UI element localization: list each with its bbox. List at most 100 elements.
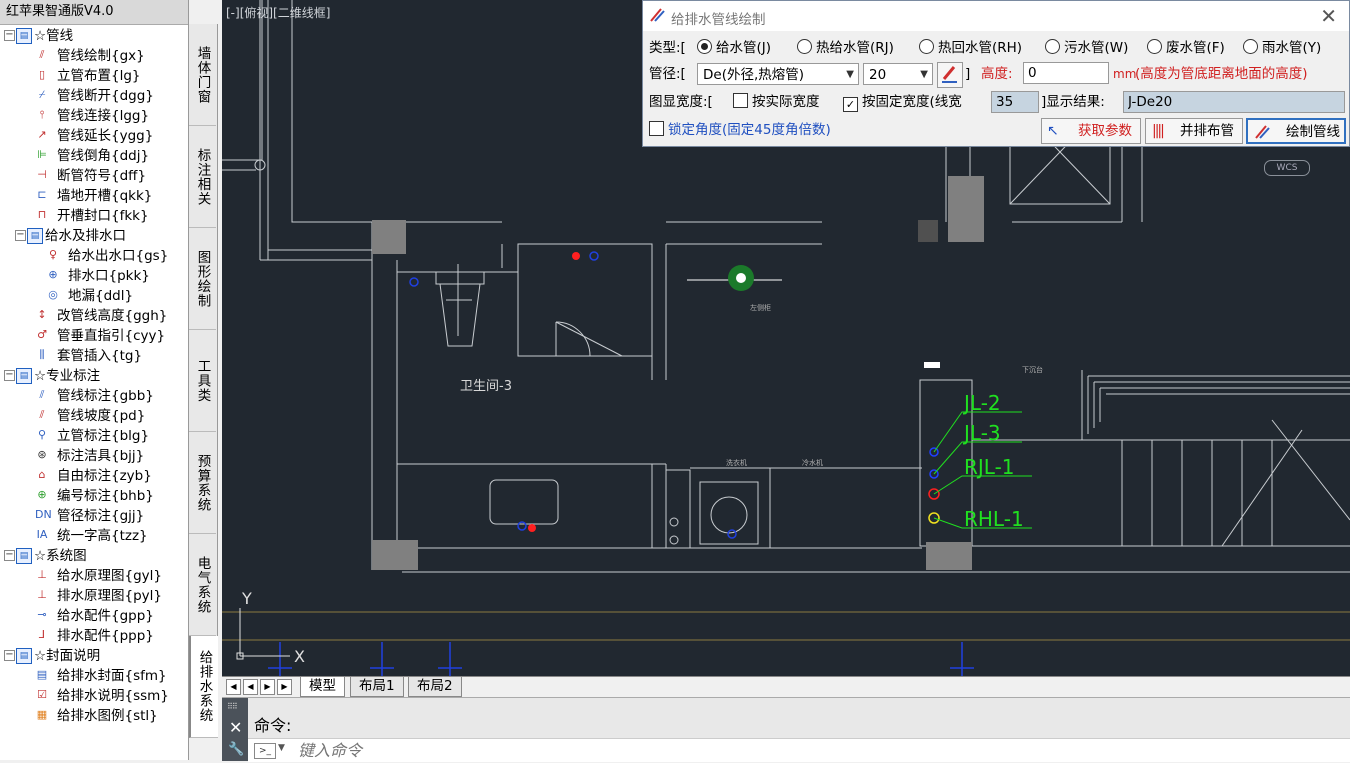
tree-item[interactable]: ⫽ 管线绘制{gx} <box>2 46 188 66</box>
tree-folder[interactable]: − ▤ 给水及排水口 <box>2 226 188 246</box>
tree-item[interactable]: IA 统一字高{tzz} <box>2 526 188 546</box>
close-icon[interactable]: ✕ <box>229 718 242 737</box>
collapse-icon[interactable]: − <box>4 30 15 41</box>
vtab-5[interactable]: 电气系统 <box>189 534 216 636</box>
wrench-icon[interactable]: 🔧 <box>228 742 244 757</box>
parallel-pipes-button[interactable]: |||| 并排布管 <box>1145 118 1243 144</box>
tree-item[interactable]: ▯ 立管布置{lg} <box>2 66 188 86</box>
supply-schematic-icon: ⊥ <box>37 568 47 581</box>
tree-item-label: 排水口{pkk} <box>68 268 150 284</box>
lock-angle-checkbox[interactable]: 锁定角度(固定45度角倍数) <box>649 118 831 142</box>
tree-item[interactable]: ♀ 给水出水口{gs} <box>2 246 188 266</box>
tree-item[interactable]: ⌂ 自由标注{zyb} <box>2 466 188 486</box>
type-radio-0[interactable]: 给水管(J) <box>697 36 771 60</box>
vtab-6[interactable]: 给排水系统 <box>189 636 218 738</box>
type-radio-5[interactable]: 雨水管(Y) <box>1243 36 1321 60</box>
pipe-draw-icon <box>649 7 665 23</box>
tree-item[interactable]: DN 管径标注{gjj} <box>2 506 188 526</box>
pick-pipe-button[interactable] <box>937 62 963 88</box>
display-result-field[interactable] <box>1123 91 1345 113</box>
chevron-down-icon[interactable]: ▼ <box>278 743 285 753</box>
height-input[interactable] <box>1023 62 1109 84</box>
diameter-value-select[interactable]: 20 ▼ <box>863 63 933 85</box>
tree-item[interactable]: ⌿ 管线断开{dgg} <box>2 86 188 106</box>
viewport-label[interactable]: [-][俯视][二维线框] <box>226 4 330 21</box>
parallel-pipes-icon: |||| <box>1152 123 1165 139</box>
draw-pipe-button[interactable]: 绘制管线 <box>1246 118 1346 144</box>
tree-item[interactable]: ⫽ 管线标注{gbb} <box>2 386 188 406</box>
tree-item[interactable]: ⫼ 套管插入{tg} <box>2 346 188 366</box>
command-input[interactable] <box>296 739 800 763</box>
tree-folder[interactable]: − ▤ ☆系统图 <box>2 546 188 566</box>
tree-item[interactable]: ⊥ 排水原理图{pyl} <box>2 586 188 606</box>
tree-item[interactable]: ⊓ 开槽封口{fkk} <box>2 206 188 226</box>
vtab-2[interactable]: 图形绘制 <box>189 228 216 330</box>
tree-item[interactable]: ⊕ 编号标注{bhb} <box>2 486 188 506</box>
tree-folder[interactable]: − ▤ ☆封面说明 <box>2 646 188 666</box>
fixed-width-label: 按固定宽度(线宽 <box>862 94 962 110</box>
tree-item[interactable]: ⅃ 排水配件{ppp} <box>2 626 188 646</box>
type-radio-3[interactable]: 污水管(W) <box>1045 36 1128 60</box>
tab-layout2[interactable]: 布局2 <box>408 677 462 697</box>
grip-icon[interactable]: ⠿⠿ <box>227 702 238 711</box>
vtab-3[interactable]: 工具类 <box>189 330 216 432</box>
type-radio-4[interactable]: 废水管(F) <box>1147 36 1225 60</box>
tree-item[interactable]: ⫽ 管线坡度{pd} <box>2 406 188 426</box>
folder-icon: ▤ <box>16 368 32 384</box>
prompt-icon[interactable]: >_ <box>254 743 276 759</box>
diameter-value: 20 <box>869 67 887 83</box>
vtab-1[interactable]: 标注相关 <box>189 126 216 228</box>
bracket-close: ] <box>965 66 971 82</box>
tree-item[interactable]: ☑ 给排水说明{ssm} <box>2 686 188 706</box>
tree-item[interactable]: ♂ 管垂直指引{cyy} <box>2 326 188 346</box>
tab-model[interactable]: 模型 <box>300 677 345 697</box>
diameter-type-select[interactable]: De(外径,热熔管) ▼ <box>697 63 859 85</box>
tree-folder[interactable]: − ▤ ☆管线 <box>2 26 188 46</box>
next-tab-icon[interactable]: ▶ <box>260 679 275 695</box>
tree-item[interactable]: ⊫ 管线倒角{ddj} <box>2 146 188 166</box>
collapse-icon[interactable]: − <box>4 550 15 561</box>
pipe-label-icon: ⫽ <box>39 388 45 401</box>
tree-item[interactable]: ⊛ 标注洁具{bjj} <box>2 446 188 466</box>
tree-item[interactable]: ⊣ 断管符号{dff} <box>2 166 188 186</box>
actual-width-checkbox[interactable]: 按实际宽度 <box>733 90 820 114</box>
riser-label: RJL-1 <box>964 455 1015 479</box>
collapse-icon[interactable]: − <box>4 370 15 381</box>
tree-item[interactable]: ▦ 给排水图例{stl} <box>2 706 188 726</box>
cover-icon: ▤ <box>36 668 48 681</box>
tree-item-label: ☆管线 <box>34 28 74 44</box>
wcs-badge[interactable]: WCS <box>1264 160 1310 176</box>
tree-item[interactable]: ↗ 管线延长{ygg} <box>2 126 188 146</box>
last-tab-icon[interactable]: ▶ <box>277 679 292 695</box>
tree-item[interactable]: ▤ 给排水封面{sfm} <box>2 666 188 686</box>
close-icon[interactable]: ✕ <box>1320 4 1337 28</box>
tree-item[interactable]: ◎ 地漏{ddl} <box>2 286 188 306</box>
description-icon: ☑ <box>37 688 47 701</box>
type-radio-2[interactable]: 热回水管(RH) <box>919 36 1022 60</box>
tree-item[interactable]: ⊕ 排水口{pkk} <box>2 266 188 286</box>
tree-item[interactable]: ⫯ 管线连接{lgg} <box>2 106 188 126</box>
fixed-width-input[interactable] <box>991 91 1039 113</box>
type-radio-1[interactable]: 热给水管(RJ) <box>797 36 894 60</box>
prev-tab-icon[interactable]: ◀ <box>243 679 258 695</box>
vtab-label: 给排水系统 <box>196 650 213 723</box>
tree-item[interactable]: ⊥ 给水原理图{gyl} <box>2 566 188 586</box>
vtab-label: 工具类 <box>194 358 211 403</box>
tree-folder[interactable]: − ▤ ☆专业标注 <box>2 366 188 386</box>
vtab-4[interactable]: 预算系统 <box>189 432 216 534</box>
tree-item-label: 开槽封口{fkk} <box>57 208 149 224</box>
tree-item[interactable]: ⊸ 给水配件{gpp} <box>2 606 188 626</box>
tree-item[interactable]: ↕ 改管线高度{ggh} <box>2 306 188 326</box>
tree-item[interactable]: ⚲ 立管标注{blg} <box>2 426 188 446</box>
layout-tab-bar: ◀ ◀ ▶ ▶ 模型 布局1 布局2 <box>222 676 1350 697</box>
collapse-icon[interactable]: − <box>4 650 15 661</box>
riser-icon: ▯ <box>38 68 46 81</box>
free-label-icon: ⌂ <box>38 468 46 481</box>
tree-item[interactable]: ⊏ 墙地开槽{qkk} <box>2 186 188 206</box>
collapse-icon[interactable]: − <box>15 230 26 241</box>
fixed-width-checkbox[interactable]: ✓ 按固定宽度(线宽 <box>843 90 962 114</box>
get-params-button[interactable]: ↖ 获取参数 <box>1041 118 1141 144</box>
vtab-0[interactable]: 墙体门窗 <box>189 24 216 126</box>
first-tab-icon[interactable]: ◀ <box>226 679 241 695</box>
tab-layout1[interactable]: 布局1 <box>350 677 404 697</box>
